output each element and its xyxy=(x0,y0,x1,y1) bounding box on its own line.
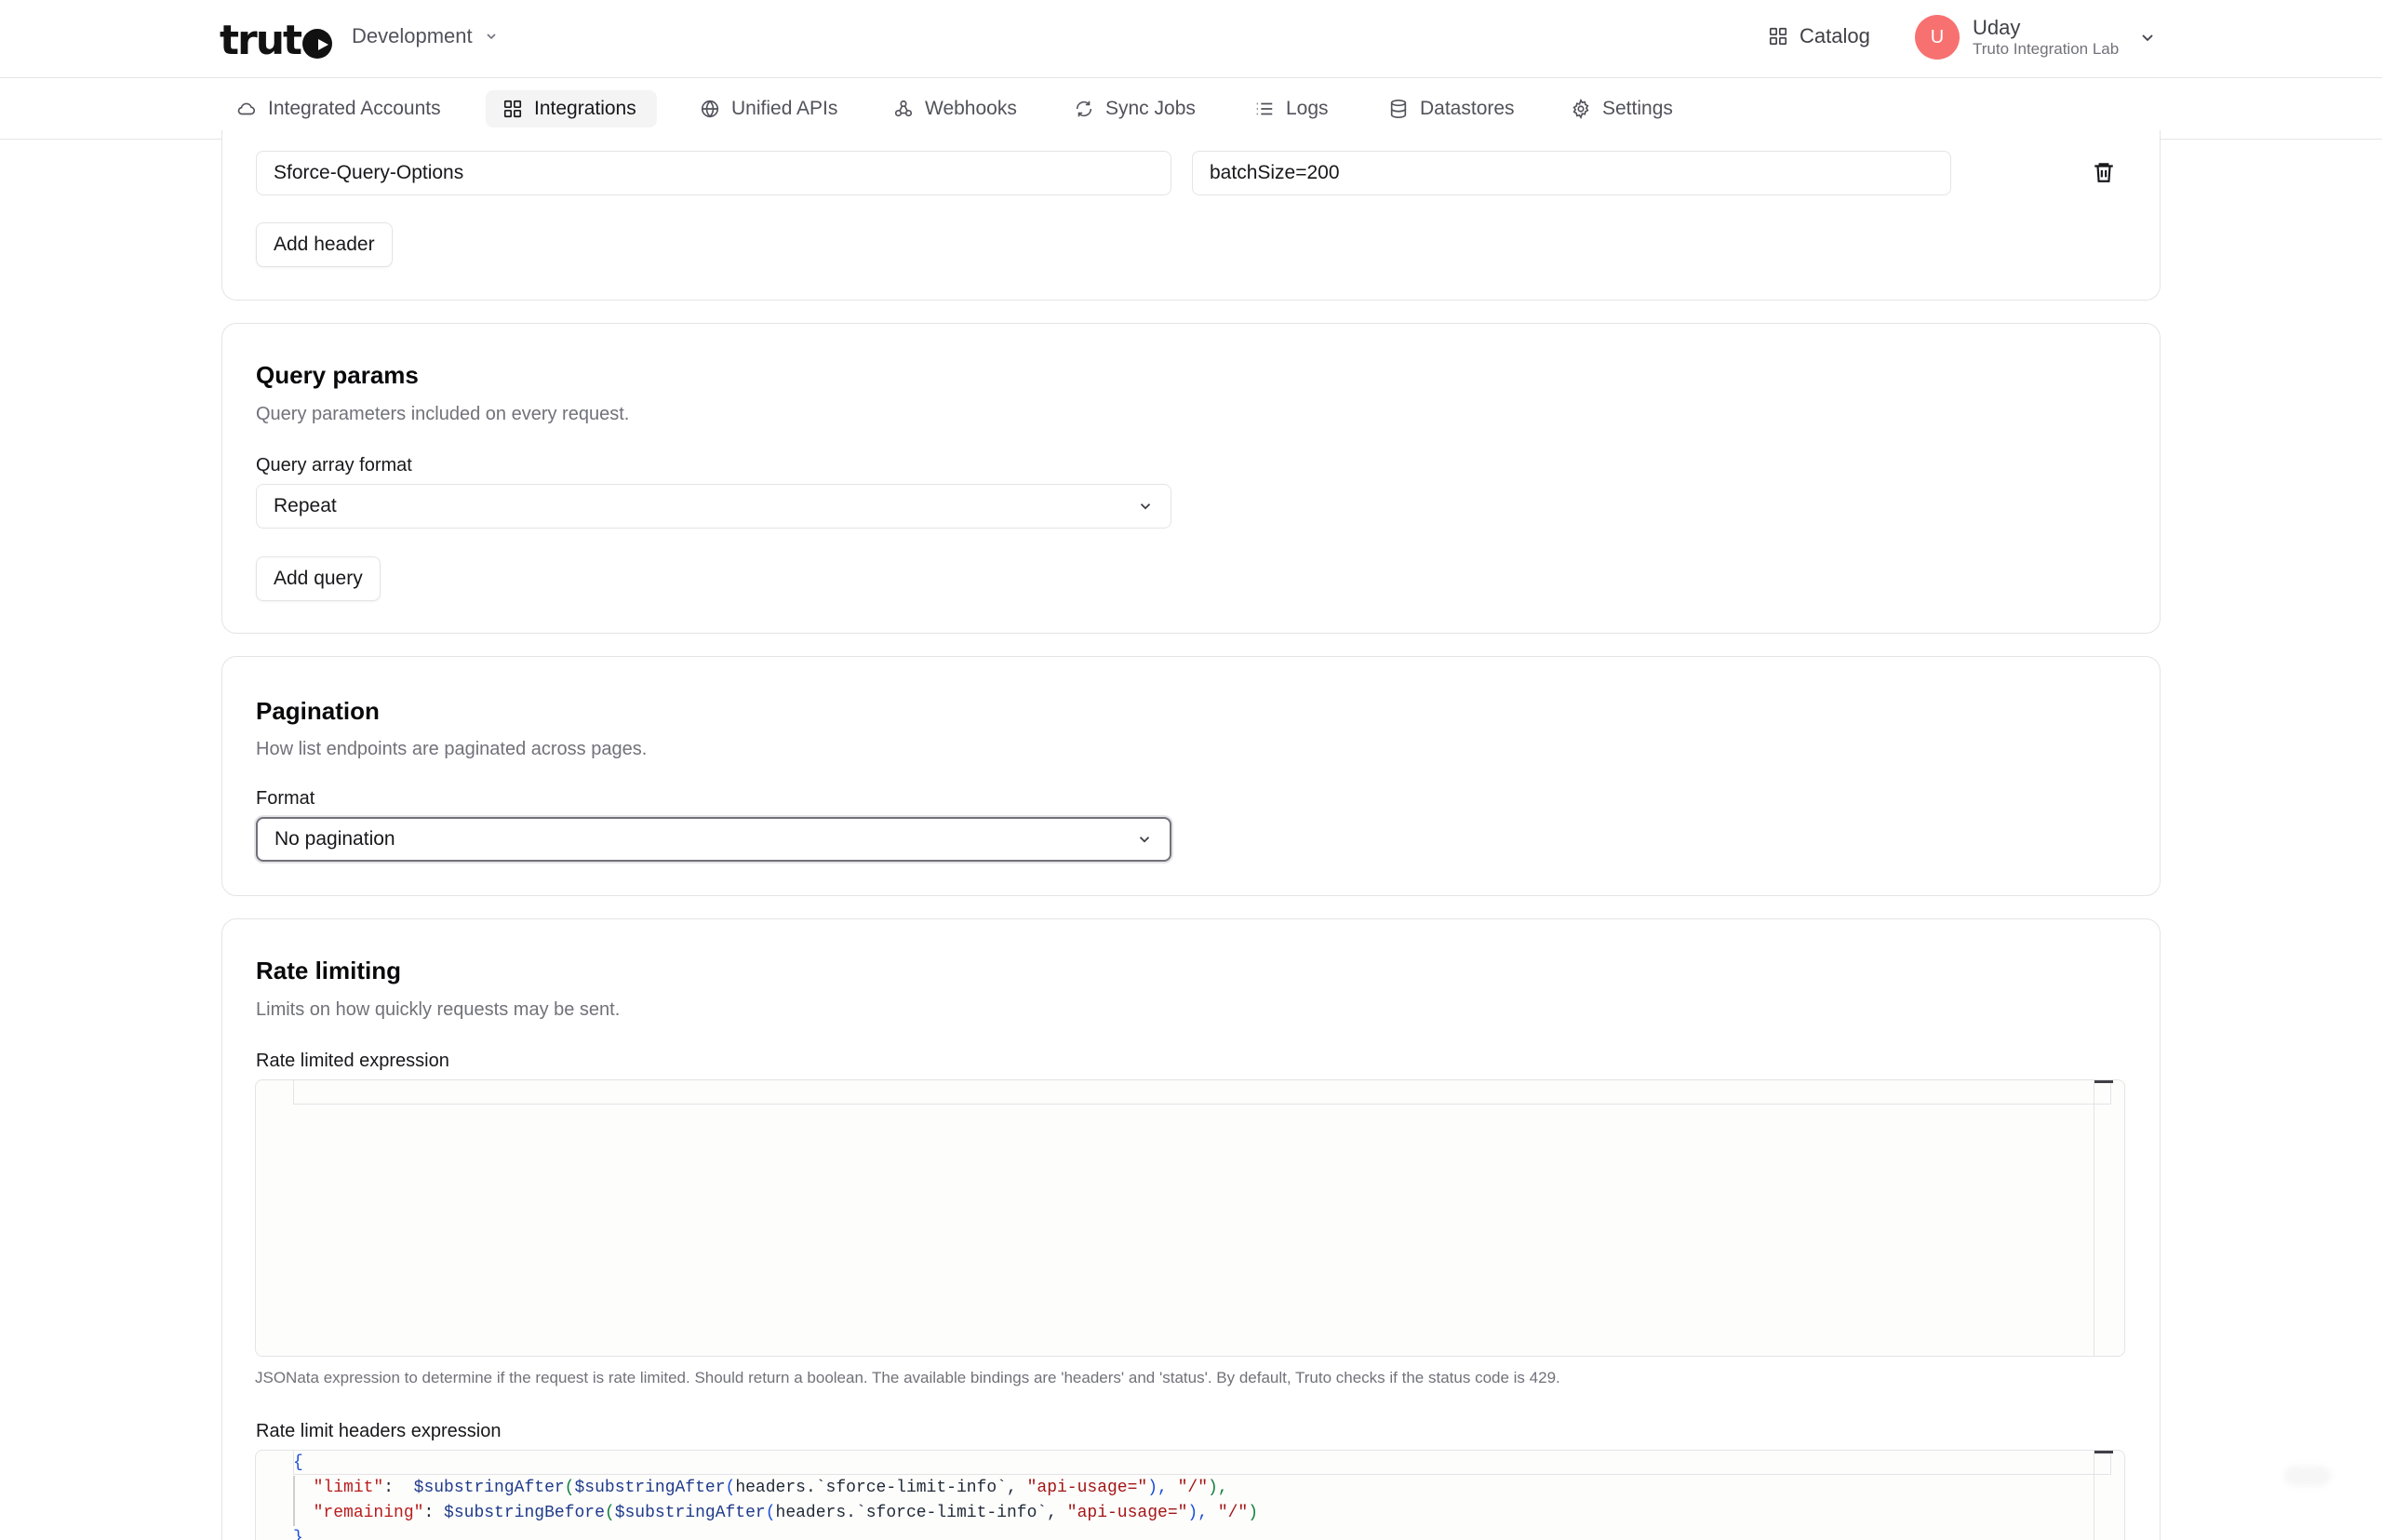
database-icon xyxy=(1390,100,1407,118)
query-array-format-select[interactable]: Repeat xyxy=(256,484,1171,529)
field-label: Query array format xyxy=(256,455,412,475)
top-bar: truto trut Development Catalog U Uday Tr… xyxy=(0,0,2382,78)
catalog-label: Catalog xyxy=(1800,24,1870,47)
list-icon xyxy=(1256,102,1273,115)
environment-label: Development xyxy=(352,24,473,47)
tab-integrations[interactable]: Integrations xyxy=(486,90,657,127)
user-name: Uday xyxy=(1973,15,2021,39)
avatar: U xyxy=(1915,15,1960,60)
webhook-icon xyxy=(894,100,913,117)
chevron-down-icon xyxy=(1140,503,1151,510)
trash-icon[interactable] xyxy=(2092,160,2116,184)
tab-webhooks[interactable]: Webhooks xyxy=(877,90,1037,127)
user-menu[interactable]: U Uday Truto Integration Lab xyxy=(1915,15,2119,60)
editor-horizontal-scrollbar[interactable] xyxy=(293,1080,2111,1105)
field-label: Rate limit headers expression xyxy=(256,1421,502,1441)
pagination-format-select[interactable]: No pagination xyxy=(256,817,1171,862)
chevron-down-icon xyxy=(487,33,496,40)
grid-icon xyxy=(503,100,522,118)
toast-placeholder xyxy=(2284,1466,2331,1486)
chevron-down-icon xyxy=(1139,837,1150,843)
globe-icon xyxy=(701,100,719,118)
environment-switcher[interactable]: Development xyxy=(352,24,499,48)
gear-icon xyxy=(1572,99,1589,119)
rate-limit-headers-editor[interactable]: { "limit": $substringAfter($substringAft… xyxy=(255,1450,2125,1540)
pagination-card: Pagination How list endpoints are pagina… xyxy=(221,656,2161,896)
select-value: Repeat xyxy=(274,495,337,516)
add-query-button[interactable]: Add query xyxy=(256,556,381,601)
tab-sync-jobs[interactable]: Sync Jobs xyxy=(1057,90,1216,127)
header-key-input[interactable] xyxy=(256,151,1171,195)
code-content: { "limit": $substringAfter($substringAft… xyxy=(293,1453,1259,1540)
add-header-button[interactable]: Add header xyxy=(256,222,393,267)
query-params-card: Query params Query parameters included o… xyxy=(221,323,2161,634)
section-description: How list endpoints are paginated across … xyxy=(256,739,648,759)
field-label: Format xyxy=(256,788,315,809)
headers-card: Add header xyxy=(221,130,2161,301)
chevron-down-icon[interactable] xyxy=(2140,30,2155,45)
tab-datastores[interactable]: Datastores xyxy=(1372,90,1535,127)
cloud-icon xyxy=(237,102,256,115)
grid-icon xyxy=(1769,27,1787,46)
section-description: Query parameters included on every reque… xyxy=(256,404,630,424)
tab-unified-apis[interactable]: Unified APIs xyxy=(683,90,858,127)
truto-logo[interactable]: truto trut xyxy=(220,17,333,64)
sync-icon xyxy=(1076,100,1092,117)
tab-settings[interactable]: Settings xyxy=(1554,90,1693,127)
editor-scroll-thumb[interactable] xyxy=(2094,1080,2113,1083)
section-title: Rate limiting xyxy=(256,957,402,984)
user-org: Truto Integration Lab xyxy=(1973,40,2120,58)
editor-scroll-thumb[interactable] xyxy=(2094,1451,2113,1453)
tab-integrated-accounts[interactable]: Integrated Accounts xyxy=(220,90,462,127)
tab-logs[interactable]: Logs xyxy=(1238,90,1349,127)
section-description: Limits on how quickly requests may be se… xyxy=(256,999,621,1020)
logo-play-icon xyxy=(302,28,333,59)
rate-limited-expression-editor[interactable] xyxy=(255,1079,2125,1357)
field-label: Rate limited expression xyxy=(256,1051,449,1071)
select-value: No pagination xyxy=(274,828,395,850)
section-title: Query params xyxy=(256,361,419,389)
header-value-input[interactable] xyxy=(1192,151,1951,195)
section-title: Pagination xyxy=(256,697,380,725)
catalog-button[interactable]: Catalog xyxy=(1768,24,1870,48)
rate-limited-expression-help: JSONata expression to determine if the r… xyxy=(255,1369,1560,1386)
